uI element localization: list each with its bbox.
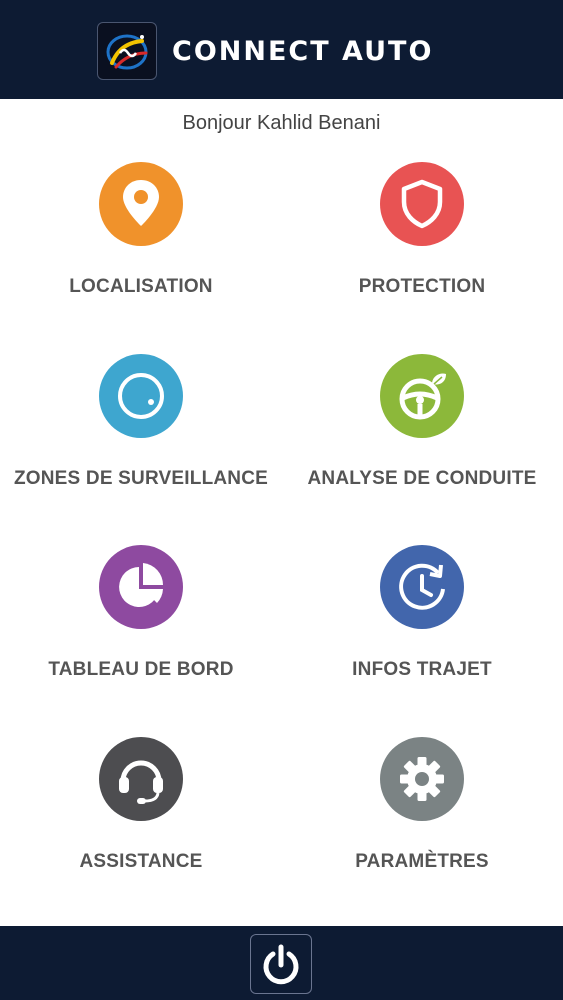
app-title: CONNECT AUTO — [172, 36, 434, 67]
tile-label: PARAMÈTRES — [355, 851, 489, 872]
app-footer — [0, 926, 563, 1000]
tile-label: ZONES DE SURVEILLANCE — [13, 468, 269, 489]
power-icon — [263, 944, 299, 985]
tile-label: INFOS TRAJET — [352, 659, 492, 680]
gear-icon — [380, 737, 464, 821]
steering-wheel-eco-icon — [380, 354, 464, 438]
clock-history-icon — [380, 545, 464, 629]
connect-auto-logo-icon — [106, 34, 148, 70]
tile-label: TABLEAU DE BORD — [48, 659, 234, 680]
shield-icon — [380, 162, 464, 246]
greeting-text: Bonjour Kahlid Benani — [182, 112, 381, 134]
tile-label: LOCALISATION — [69, 276, 213, 297]
pie-chart-icon — [99, 545, 183, 629]
app-logo — [97, 22, 157, 80]
tile-label: ANALYSE DE CONDUITE — [307, 468, 537, 489]
power-button[interactable] — [250, 934, 312, 994]
tile-label: ASSISTANCE — [79, 851, 203, 872]
location-pin-icon — [99, 162, 183, 246]
tile-label: PROTECTION — [358, 276, 486, 297]
zone-circle-icon — [99, 354, 183, 438]
headset-icon — [99, 737, 183, 821]
app-header: CONNECT AUTO — [0, 0, 563, 99]
